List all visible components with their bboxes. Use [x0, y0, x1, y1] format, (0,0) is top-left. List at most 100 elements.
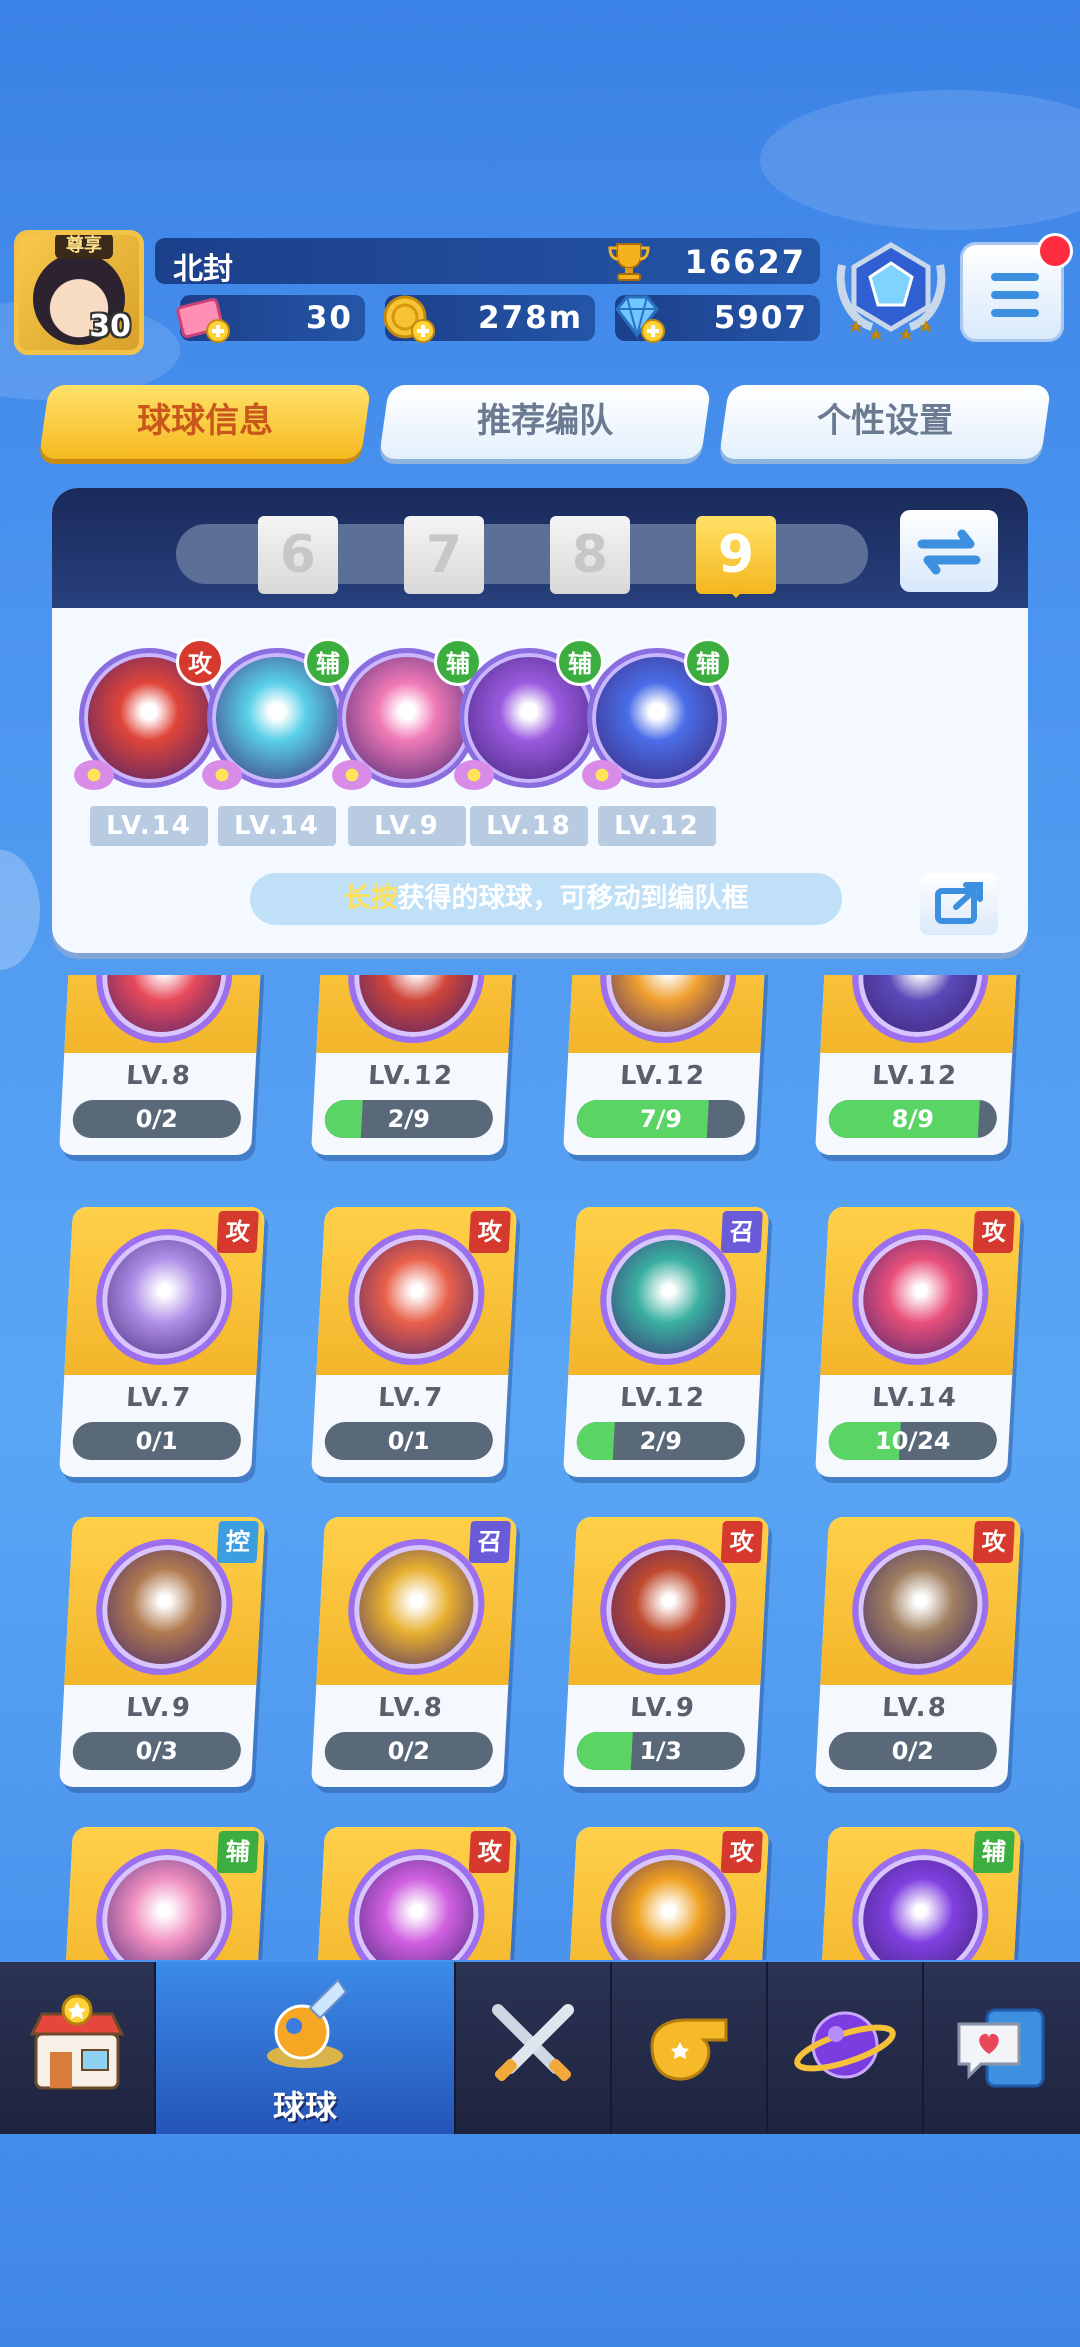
fragment-progress-bar: 8/9: [827, 1100, 998, 1138]
nav-coach[interactable]: [612, 1962, 768, 2134]
team-ball-level: LV.14: [218, 806, 336, 846]
team-ball-slot[interactable]: 辅: [202, 638, 352, 790]
role-badge: 召: [720, 1211, 763, 1253]
progress-text: 8/9: [890, 1105, 935, 1133]
nav-social[interactable]: [924, 1962, 1080, 2134]
chat-heart-icon: [957, 2008, 1045, 2088]
tab-recommended-team[interactable]: 推荐编队: [378, 385, 712, 459]
ball-card[interactable]: 攻 LV.7 0/1: [310, 1207, 518, 1477]
fragment-progress-bar: 2/9: [575, 1422, 746, 1460]
swap-team-button[interactable]: [900, 510, 998, 592]
share-button[interactable]: [920, 873, 998, 935]
notification-dot: [1037, 233, 1073, 269]
tab-personal-settings[interactable]: 个性设置: [718, 385, 1052, 459]
ball-card[interactable]: 控 LV.9 0/3: [58, 1517, 266, 1787]
team-6-button[interactable]: 6: [258, 516, 338, 594]
ball-level: LV.12: [367, 1061, 455, 1091]
main-menu-button[interactable]: [960, 233, 1073, 342]
player-name-bar: 北封 16627: [155, 238, 820, 287]
menu-icon: [991, 273, 1039, 281]
progress-text: 7/9: [638, 1105, 683, 1133]
team-ball-slot[interactable]: 辅: [582, 638, 732, 790]
player-name: 北封: [173, 252, 233, 287]
ball-level: LV.8: [377, 1693, 445, 1723]
fragment-progress-bar: 0/2: [827, 1732, 998, 1770]
flower-decoration-icon: [454, 760, 494, 790]
swap-arrows-icon: [917, 529, 981, 575]
ball-card[interactable]: 召 LV.12 2/9: [562, 1207, 770, 1477]
ball-card[interactable]: 攻: [310, 1827, 518, 1960]
ball-card[interactable]: LV.12 7/9: [562, 975, 770, 1155]
whistle-icon: [650, 2018, 728, 2081]
progress-text: 0/1: [386, 1427, 431, 1455]
ball-level: LV.8: [881, 1693, 949, 1723]
role-badge: 攻: [972, 1521, 1015, 1563]
progress-text: 10/24: [874, 1427, 952, 1455]
role-badge: 攻: [972, 1211, 1015, 1253]
ball-level: LV.7: [377, 1383, 445, 1413]
progress-text: 0/2: [134, 1105, 179, 1133]
battle-swords-icon: [492, 2004, 574, 2082]
gems-bar[interactable]: 5907: [615, 295, 820, 343]
nav-battle[interactable]: [456, 1962, 612, 2134]
progress-text: 2/9: [386, 1105, 431, 1133]
fragment-progress-bar: 1/3: [575, 1732, 746, 1770]
role-badge: 辅: [216, 1831, 259, 1873]
ball-level: LV.12: [619, 1383, 707, 1413]
fragment-progress-bar: 0/2: [71, 1100, 242, 1138]
ball-card[interactable]: LV.12 8/9: [814, 975, 1022, 1155]
team-8-button[interactable]: 8: [550, 516, 630, 594]
fragment-progress-bar: 10/24: [827, 1422, 998, 1460]
team-ball-level: LV.14: [90, 806, 208, 846]
ball-card[interactable]: 辅: [58, 1827, 266, 1960]
ball-card[interactable]: LV.12 2/9: [310, 975, 518, 1155]
ball-card[interactable]: 攻 LV.14 10/24: [814, 1207, 1022, 1477]
nav-planet[interactable]: [768, 1962, 924, 2134]
progress-text: 0/3: [134, 1737, 179, 1765]
ball-level: LV.9: [125, 1693, 193, 1723]
rank-emblem-icon[interactable]: [832, 235, 950, 347]
fragment-progress-bar: 0/3: [71, 1732, 242, 1770]
team-7-button[interactable]: 7: [404, 516, 484, 594]
tab-ball-info[interactable]: 球球信息: [38, 385, 372, 459]
team-9-button[interactable]: 9: [696, 516, 776, 598]
role-badge: 攻: [468, 1211, 511, 1253]
ball-card[interactable]: 攻 LV.7 0/1: [58, 1207, 266, 1477]
shop-icon: [29, 1994, 125, 2090]
ball-card[interactable]: 辅: [814, 1827, 1022, 1960]
fragment-progress-bar: 2/9: [323, 1100, 494, 1138]
role-badge: 攻: [720, 1831, 763, 1873]
long-press-hint: 长按获得的球球，可移动到编队框: [250, 873, 842, 925]
balls-icon: [267, 1978, 348, 2068]
progress-text: 1/3: [638, 1737, 683, 1765]
role-badge: 召: [468, 1521, 511, 1563]
trophy-count: 16627: [684, 243, 806, 281]
nav-shop[interactable]: [0, 1962, 156, 2134]
ball-card[interactable]: LV.8 0/2: [58, 975, 266, 1155]
role-badge: 辅: [972, 1831, 1015, 1873]
nav-balls-label: 球球: [272, 2088, 337, 2126]
ball-card[interactable]: 召 LV.8 0/2: [310, 1517, 518, 1787]
hint-highlight: 长按: [343, 883, 398, 914]
team-panel: 6 7 8 9 攻 LV.14 辅 LV.14 辅 LV.9 辅 LV.18 辅 LV.12 长按…: [52, 488, 1028, 953]
team-ball-level: LV.18: [470, 806, 588, 846]
ball-collection-grid: LV.8 0/2 LV.12 2/9 LV.12 7/9 LV.12 8/9 攻 LV.7 0/1 攻…: [0, 975, 1080, 1960]
ball-card[interactable]: 攻 LV.9 1/3: [562, 1517, 770, 1787]
fragment-progress-bar: 7/9: [575, 1100, 746, 1138]
tickets-bar[interactable]: 30: [176, 295, 365, 343]
ball-level: LV.14: [871, 1383, 959, 1413]
ball-level: LV.12: [871, 1061, 959, 1091]
role-badge: 攻: [720, 1521, 763, 1563]
nav-balls[interactable]: 球球: [156, 1962, 456, 2134]
role-badge: 攻: [216, 1211, 259, 1253]
team-ball-level: LV.12: [598, 806, 716, 846]
planet-icon: [794, 2011, 896, 2079]
ball-card[interactable]: 攻 LV.8 0/2: [814, 1517, 1022, 1787]
player-level: 30: [89, 309, 131, 344]
fragment-progress-bar: 0/1: [71, 1422, 242, 1460]
role-badge: 攻: [468, 1831, 511, 1873]
flower-decoration-icon: [582, 760, 622, 790]
coins-bar[interactable]: 278m: [383, 295, 595, 343]
ball-card[interactable]: 攻: [562, 1827, 770, 1960]
player-avatar[interactable]: 尊享 30: [14, 230, 144, 355]
